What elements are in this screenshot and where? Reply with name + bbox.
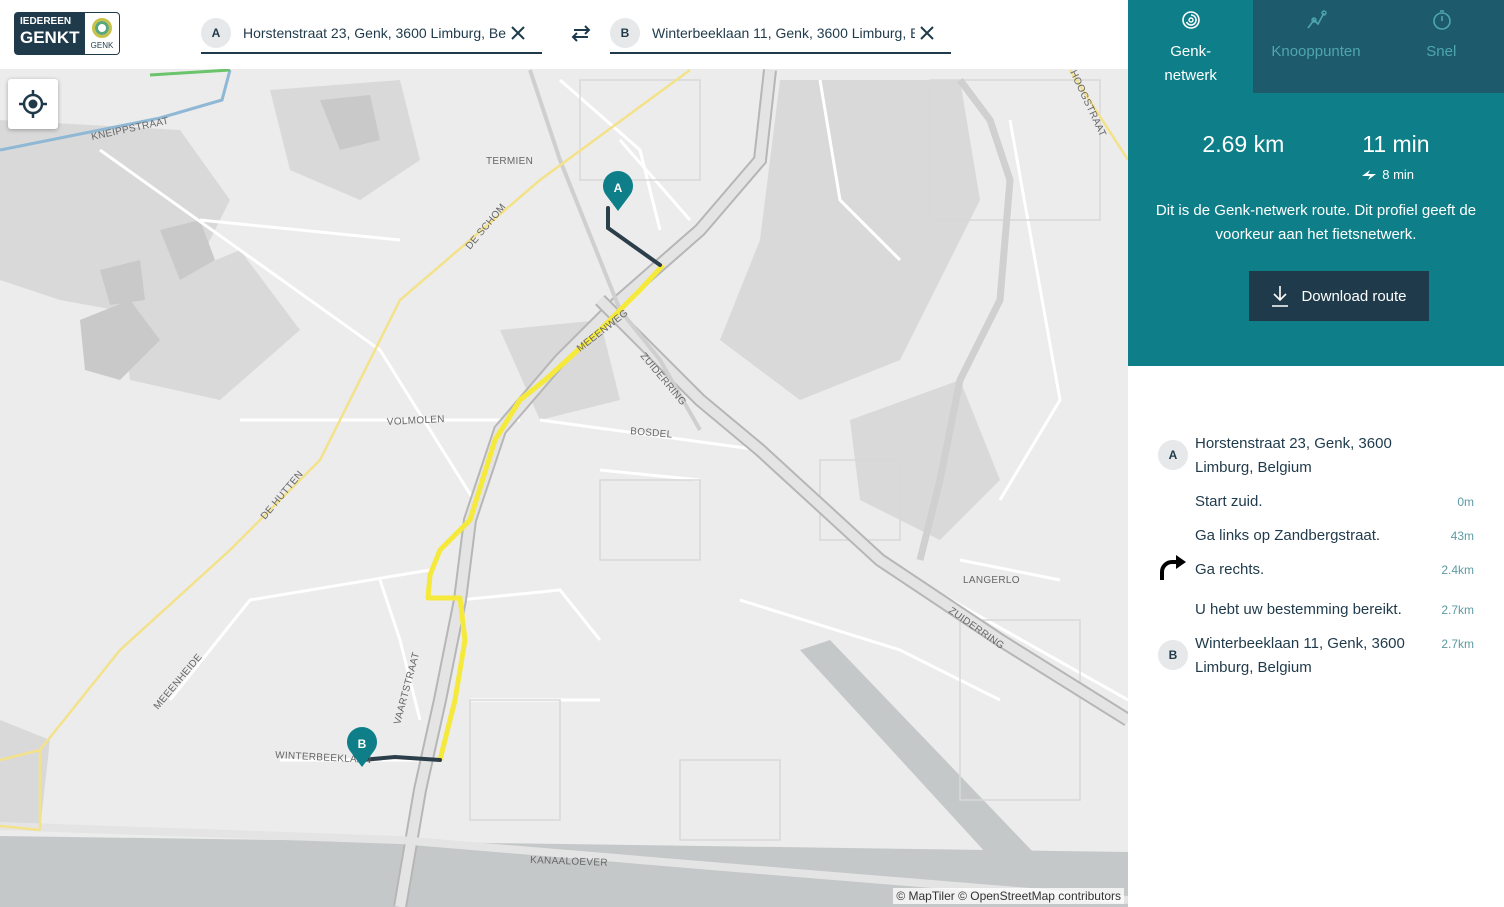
origin-field: A [201, 14, 542, 54]
step-text: Horstenstraat 23, Genk, 3600 Limburg, Be… [1195, 435, 1392, 476]
step-distance: 0m [1457, 495, 1474, 509]
route-panel: Genk- netwerk Knooppunten Snel 2.69 km 1… [1128, 0, 1504, 907]
turn-right-icon [1160, 555, 1186, 580]
route-duration: 11 min [1362, 131, 1430, 157]
destination-badge: B [610, 18, 640, 48]
tab-label-line1: Genk- [1170, 43, 1212, 60]
lightning-icon [1362, 169, 1377, 180]
place-label-termien: TERMIEN [486, 156, 533, 167]
tab-genk-netwerk[interactable]: Genk- netwerk [1128, 0, 1254, 93]
route-description: Dit is de Genk-netwerk route. Dit profie… [1155, 202, 1477, 243]
step-distance: 2.7km [1441, 637, 1474, 651]
duration-stat: 11 min 8 min [1362, 131, 1430, 182]
route-profile-tabs: Genk- netwerk Knooppunten Snel [1128, 0, 1504, 93]
tab-label: Snel [1426, 43, 1457, 60]
street-label-volmolen: VOLMOLEN [387, 414, 445, 428]
locate-me-button[interactable] [8, 79, 58, 129]
route-directions: A Horstenstraat 23, Genk, 3600 Limburg, … [1128, 432, 1504, 690]
clear-origin-button[interactable] [506, 21, 530, 45]
tab-knooppunten[interactable]: Knooppunten [1253, 0, 1379, 93]
genk-swirl-icon [92, 17, 112, 38]
step-text: U hebt uw bestemming bereikt. [1195, 601, 1402, 618]
step-distance: 2.7km [1441, 603, 1474, 617]
end-marker-label: B [358, 737, 367, 751]
vegetation-areas [0, 80, 1000, 830]
start-marker-label: A [614, 181, 623, 195]
download-route-button[interactable]: Download route [1249, 271, 1429, 321]
close-icon [920, 26, 934, 40]
tab-label: Knooppunten [1271, 43, 1361, 60]
genk-city-logo: GENK [85, 12, 120, 55]
iedereen-genkt-logo[interactable]: IEDEREEN GENKT GENK [14, 12, 120, 55]
destination-field: B [610, 14, 951, 54]
step-text: Ga rechts. [1195, 561, 1265, 578]
tab-label-line2: netwerk [1164, 67, 1217, 84]
place-label-langerlo: LANGERLO [963, 575, 1020, 586]
street-label-zuiderring-2: ZUIDERRING [946, 605, 1006, 651]
close-icon [511, 26, 525, 40]
route-distance: 2.69 km [1202, 131, 1285, 157]
origin-badge: A [201, 18, 231, 48]
destination-input[interactable] [652, 25, 915, 41]
step-badge-b: B [1158, 640, 1188, 670]
swap-arrows-icon [571, 25, 591, 42]
ebike-duration: 8 min [1382, 167, 1415, 182]
stopwatch-icon [1433, 10, 1452, 30]
swap-button[interactable] [566, 19, 596, 47]
logo-line1: IEDEREEN [20, 16, 72, 27]
tab-snel[interactable]: Snel [1378, 0, 1504, 93]
green-trail [149, 69, 231, 77]
map-canvas[interactable]: KNEIPPSTRAAT TERMIEN DE SCHOM MEEENWEG Z… [0, 69, 1128, 907]
logo-line2: GENKT [20, 28, 80, 47]
crosshair-icon [19, 90, 47, 118]
street-label-de-schom: DE SCHOM [464, 202, 509, 252]
direction-step[interactable]: Ga rechts. 2.4km [1128, 555, 1504, 582]
step-text: Start zuid. [1195, 493, 1263, 510]
header: IEDEREEN GENKT GENK A B [0, 0, 1128, 69]
step-text: Ga links op Zandbergstraat. [1195, 527, 1381, 544]
map-attribution[interactable]: © MapTiler © OpenStreetMap contributors [893, 888, 1124, 904]
street-label-bosdel: BOSDEL [630, 426, 673, 441]
walk-segment-start [606, 206, 662, 267]
origin-input[interactable] [243, 25, 506, 41]
clear-destination-button[interactable] [915, 21, 939, 45]
map[interactable]: KNEIPPSTRAAT TERMIEN DE SCHOM MEEENWEG Z… [0, 69, 1128, 907]
direction-step-destination[interactable]: B Winterbeeklaan 11, Genk, 3600 Limburg,… [1128, 632, 1504, 680]
start-marker[interactable]: A [603, 171, 633, 211]
genk-network-icon [1181, 11, 1200, 29]
distance-stat: 2.69 km [1202, 131, 1284, 182]
logo-city-label: GENK [90, 40, 114, 50]
step-badge-a: A [1158, 440, 1188, 470]
street-label-de-hutten: DE HUTTEN [259, 469, 306, 522]
logo-wordmark: IEDEREEN GENKT [14, 12, 85, 55]
direction-step[interactable]: U hebt uw bestemming bereikt. 2.7km [1128, 598, 1504, 622]
street-label-meeenheide: MEEENHEIDE [152, 652, 205, 712]
route-stats: 2.69 km 11 min 8 min [1128, 131, 1504, 182]
step-distance: 43m [1450, 529, 1474, 543]
nodes-icon [1307, 10, 1327, 29]
direction-step[interactable]: Ga links op Zandbergstraat. 43m [1128, 524, 1504, 548]
direction-step-origin[interactable]: A Horstenstraat 23, Genk, 3600 Limburg, … [1128, 432, 1504, 480]
step-text: Winterbeeklaan 11, Genk, 3600 Limburg, B… [1195, 635, 1405, 676]
direction-step[interactable]: Start zuid. 0m [1128, 490, 1504, 514]
ebike-duration-row: 8 min [1362, 167, 1429, 182]
download-route-label: Download route [1301, 287, 1407, 305]
download-icon [1272, 286, 1289, 307]
step-distance: 2.4km [1441, 563, 1474, 577]
route-summary: Genk- netwerk Knooppunten Snel 2.69 km 1… [1128, 0, 1504, 366]
